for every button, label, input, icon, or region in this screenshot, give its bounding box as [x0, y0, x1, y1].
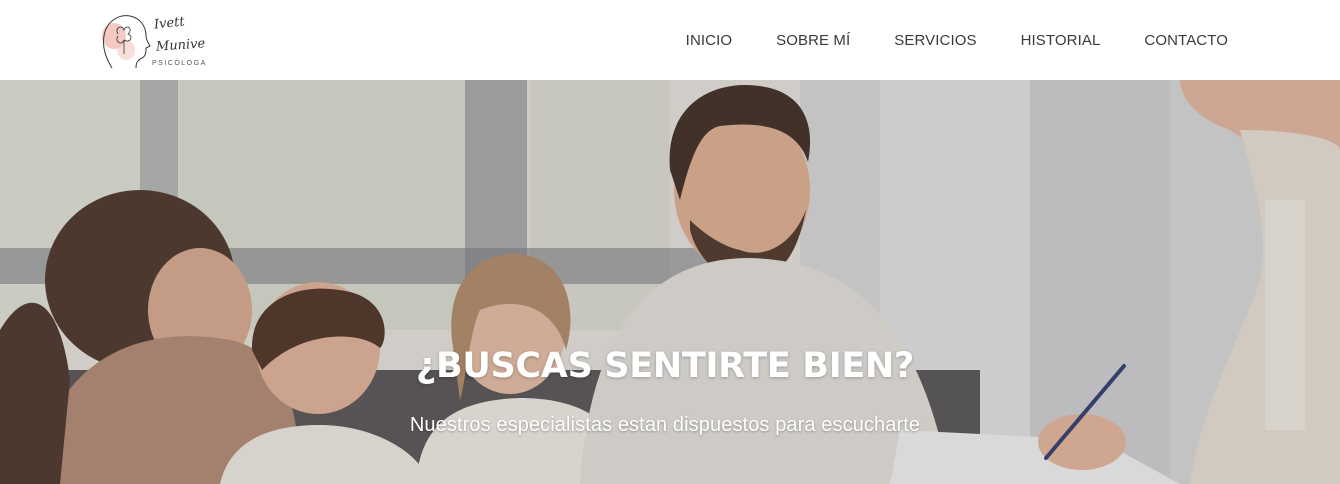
logo-name-line1: Ivett	[153, 14, 186, 33]
nav-item-sobre-mi[interactable]: SOBRE MÍ	[776, 32, 850, 49]
site-logo[interactable]: Ivett Munive PSICÓLOGA	[96, 10, 208, 72]
logo-name-line2: Munive	[155, 36, 206, 55]
logo-subtitle: PSICÓLOGA	[152, 60, 207, 67]
hero-banner: ¿BUSCAS SENTIRTE BIEN? Nuestros especial…	[0, 80, 1340, 484]
main-nav: INICIO SOBRE MÍ SERVICIOS HISTORIAL CONT…	[686, 0, 1228, 80]
hero-subtitle: Nuestros especialistas estan dispuestos …	[409, 414, 921, 436]
nav-item-contacto[interactable]: CONTACTO	[1144, 32, 1228, 49]
nav-item-historial[interactable]: HISTORIAL	[1021, 32, 1101, 49]
nav-item-inicio[interactable]: INICIO	[686, 32, 732, 49]
hero-title: ¿BUSCAS SENTIRTE BIEN?	[415, 346, 915, 386]
site-header: Ivett Munive PSICÓLOGA INICIO SOBRE MÍ S…	[0, 0, 1340, 80]
nav-item-servicios[interactable]: SERVICIOS	[894, 32, 976, 49]
logo-head-icon	[102, 15, 151, 69]
